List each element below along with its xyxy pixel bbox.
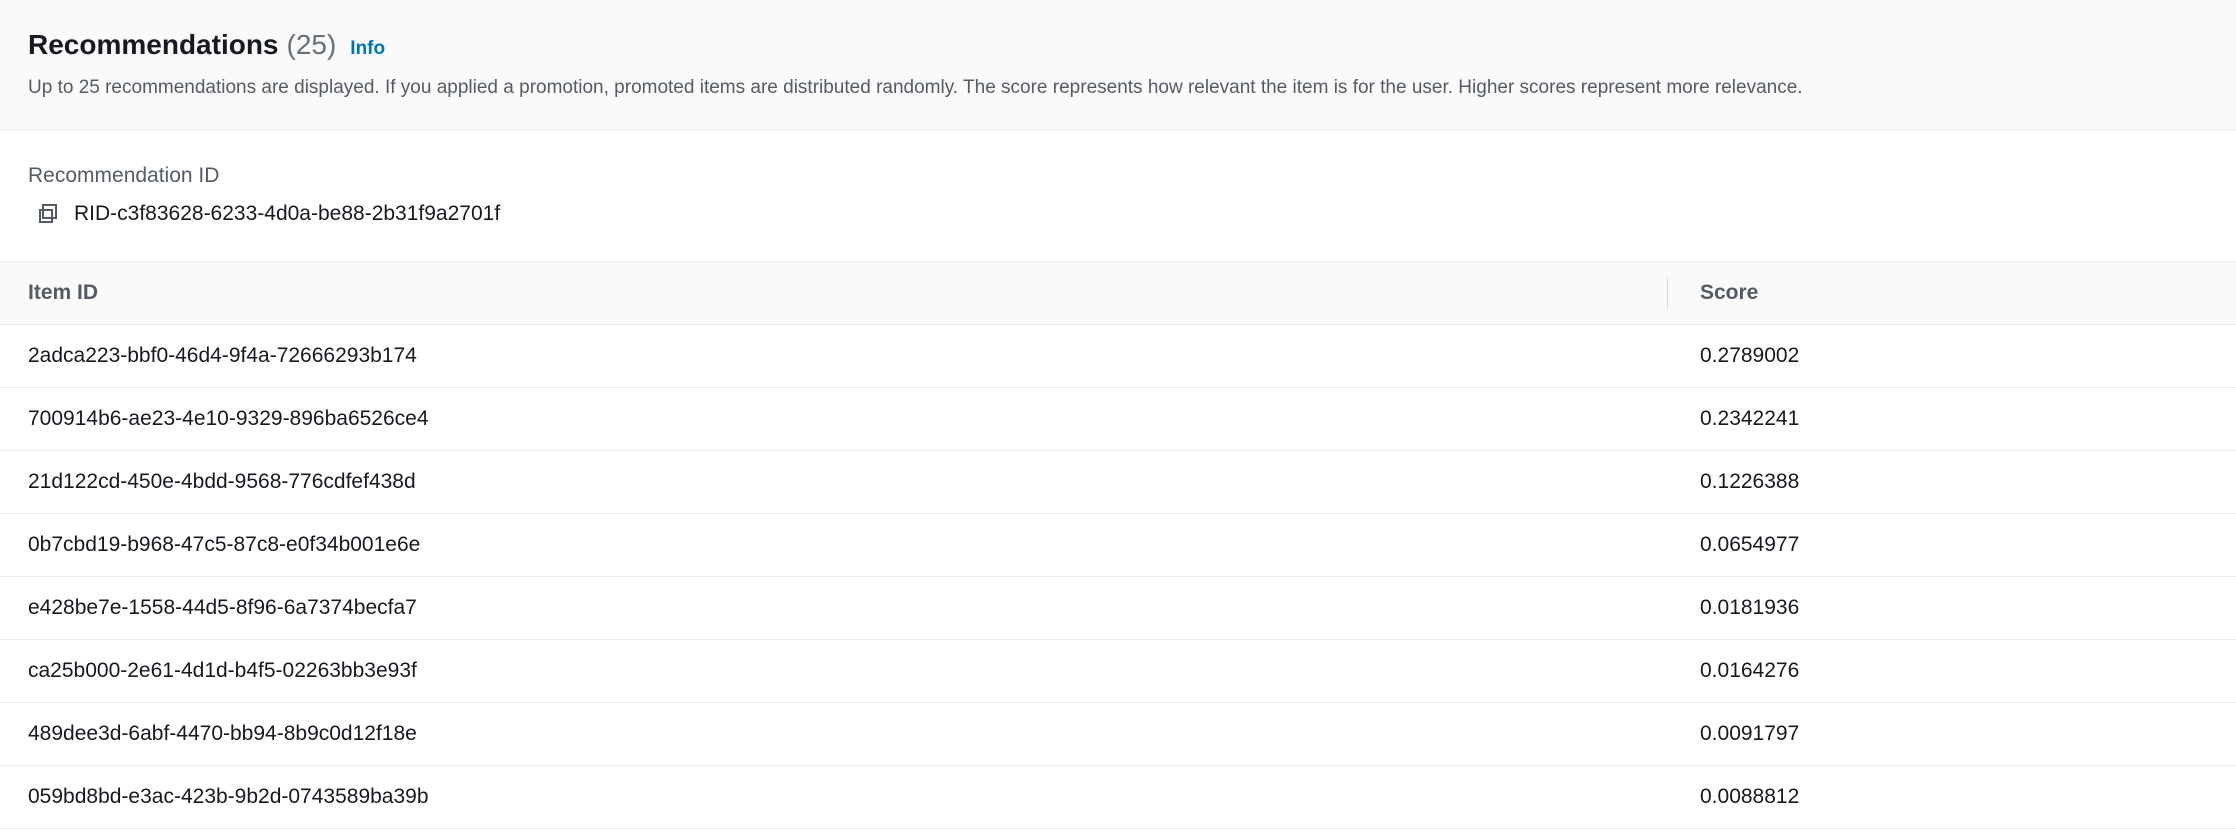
item-id-cell: 059bd8bd-e3ac-423b-9b2d-0743589ba39b (0, 765, 1668, 829)
recommendation-count: (25) (286, 29, 337, 60)
panel-header: Recommendations (25) Info Up to 25 recom… (0, 0, 2236, 130)
header-description: Up to 25 recommendations are displayed. … (28, 77, 1803, 98)
item-id-cell: 21d122cd-450e-4bdd-9568-776cdfef438d (0, 450, 1668, 514)
table-header-row: Item ID Score (0, 262, 2236, 325)
item-id-cell: e428be7e-1558-44d5-8f96-6a7374becfa7 (0, 576, 1668, 640)
score-cell: 0.0091797 (1668, 702, 2236, 766)
table-row: 21d122cd-450e-4bdd-9568-776cdfef438d 0.1… (0, 450, 2236, 514)
title-row: Recommendations (25) Info (28, 29, 2236, 67)
info-link[interactable]: Info (350, 38, 385, 60)
table-row: 0b7cbd19-b968-47c5-87c8-e0f34b001e6e 0.0… (0, 513, 2236, 577)
recommendation-id-section: Recommendation ID RID-c3f83628-6233-4d0a… (0, 130, 2236, 262)
recommendation-id-label: Recommendation ID (28, 164, 220, 187)
item-id-cell: ca25b000-2e61-4d1d-b4f5-02263bb3e93f (0, 639, 1668, 703)
copy-icon[interactable] (36, 202, 60, 226)
table-row: 700914b6-ae23-4e10-9329-896ba6526ce4 0.2… (0, 387, 2236, 451)
item-id-cell: 700914b6-ae23-4e10-9329-896ba6526ce4 (0, 387, 1668, 451)
score-cell: 0.0164276 (1668, 639, 2236, 703)
score-cell: 0.0088812 (1668, 765, 2236, 829)
page-title: Recommendations (28, 29, 279, 60)
recommendations-panel: Recommendations (25) Info Up to 25 recom… (0, 0, 2236, 838)
table-row: 059bd8bd-e3ac-423b-9b2d-0743589ba39b 0.0… (0, 765, 2236, 829)
score-cell: 0.0654977 (1668, 513, 2236, 577)
column-header-item-id[interactable]: Item ID (0, 262, 1668, 325)
item-id-cell: 489dee3d-6abf-4470-bb94-8b9c0d12f18e (0, 702, 1668, 766)
column-header-score[interactable]: Score (1668, 262, 2236, 325)
recommendation-id-value: RID-c3f83628-6233-4d0a-be88-2b31f9a2701f (74, 202, 501, 225)
table-row: ca25b000-2e61-4d1d-b4f5-02263bb3e93f 0.0… (0, 639, 2236, 703)
copy-icon-graphic (39, 204, 57, 223)
table-row: 489dee3d-6abf-4470-bb94-8b9c0d12f18e 0.0… (0, 702, 2236, 766)
item-id-cell: 2adca223-bbf0-46d4-9f4a-72666293b174 (0, 324, 1668, 388)
score-cell: 0.1226388 (1668, 450, 2236, 514)
table-row: 2adca223-bbf0-46d4-9f4a-72666293b174 0.2… (0, 324, 2236, 388)
item-id-cell: 0b7cbd19-b968-47c5-87c8-e0f34b001e6e (0, 513, 1668, 577)
table-row: e428be7e-1558-44d5-8f96-6a7374becfa7 0.0… (0, 576, 2236, 640)
score-cell: 0.2342241 (1668, 387, 2236, 451)
score-cell: 0.2789002 (1668, 324, 2236, 388)
score-cell: 0.0181936 (1668, 576, 2236, 640)
recommendations-table: Item ID Score 2adca223-bbf0-46d4-9f4a-72… (0, 262, 2236, 829)
recommendation-id-row: RID-c3f83628-6233-4d0a-be88-2b31f9a2701f (28, 199, 2236, 229)
